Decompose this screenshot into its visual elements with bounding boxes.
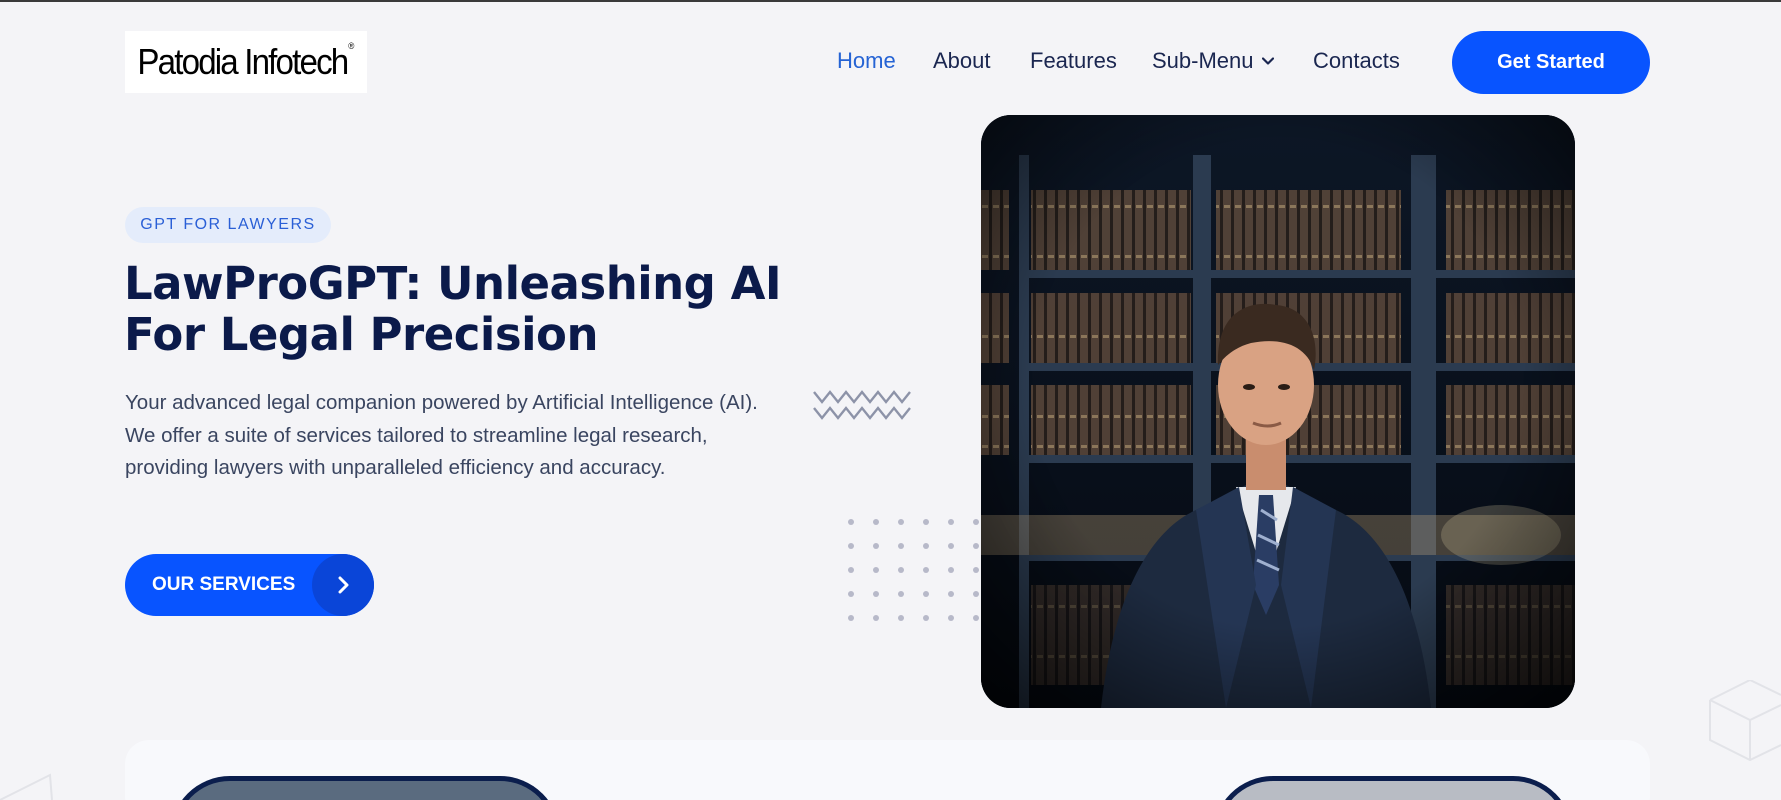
logo-text: Patodia Infotech®: [137, 41, 355, 82]
logo[interactable]: Patodia Infotech®: [125, 31, 367, 93]
background-shape-left: [0, 773, 53, 800]
nav-sub-menu-label: Sub-Menu: [1152, 48, 1254, 73]
hero-title-line-2: For Legal Precision: [124, 308, 599, 361]
nav-home[interactable]: Home: [837, 48, 896, 74]
hero-title: LawProGPT: Unleashing AI For Legal Preci…: [124, 258, 804, 360]
page-top-border: [0, 0, 1781, 2]
hero-description: Your advanced legal companion powered by…: [125, 391, 758, 479]
get-started-button[interactable]: Get Started: [1452, 31, 1650, 94]
feature-image-frame-left: [170, 776, 560, 800]
nav-sub-menu[interactable]: Sub-Menu: [1152, 48, 1274, 74]
dot-grid-decoration: [848, 519, 979, 621]
nav-contacts[interactable]: Contacts: [1313, 48, 1400, 74]
nav-features[interactable]: Features: [1030, 48, 1117, 74]
our-services-button[interactable]: OUR SERVICES: [125, 554, 374, 616]
feature-image-frame-right: [1213, 776, 1573, 800]
chevron-down-icon: [1261, 57, 1274, 65]
hero-title-line-1: LawProGPT: Unleashing AI: [124, 257, 782, 310]
hero-badge: GPT FOR LAWYERS: [125, 207, 331, 243]
background-cube-shape: [1709, 680, 1781, 762]
chevron-right-icon: [312, 554, 374, 616]
our-services-label: OUR SERVICES: [152, 574, 296, 595]
nav-about[interactable]: About: [933, 48, 991, 74]
hero-image-lawyer: [981, 115, 1575, 708]
zigzag-decoration: [813, 390, 911, 420]
